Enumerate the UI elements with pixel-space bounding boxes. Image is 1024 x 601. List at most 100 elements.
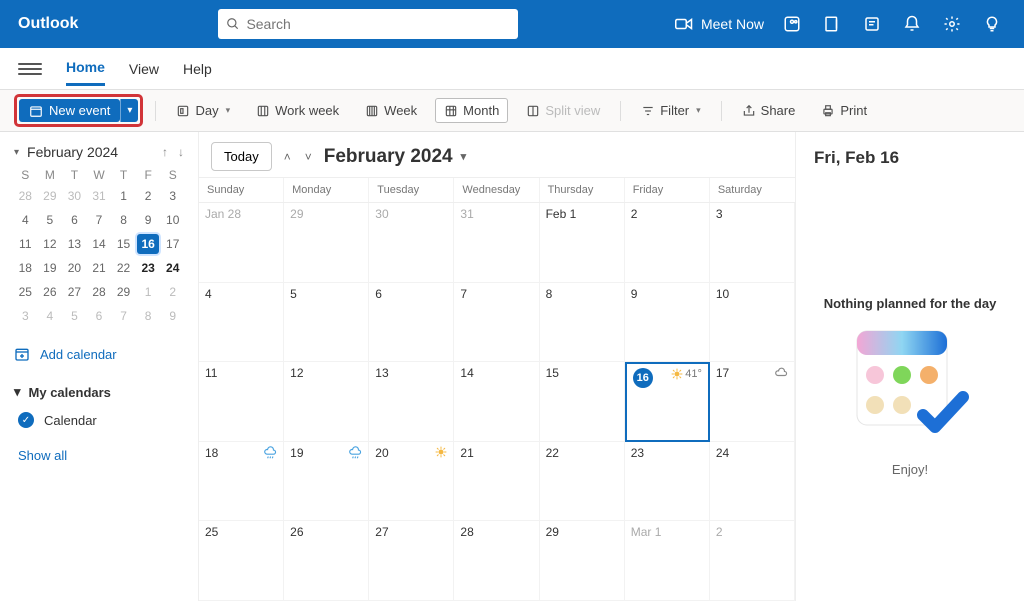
tab-view[interactable]: View	[129, 61, 159, 85]
mini-day[interactable]: 8	[112, 210, 135, 230]
mini-day[interactable]: 26	[39, 282, 62, 302]
calendar-cell[interactable]: 28	[454, 521, 539, 601]
view-day-button[interactable]: Day▾	[168, 99, 238, 122]
calendar-cell[interactable]: 26	[284, 521, 369, 601]
bell-icon[interactable]	[892, 0, 932, 48]
mini-day[interactable]: 1	[112, 186, 135, 206]
mini-day[interactable]: 4	[14, 210, 37, 230]
today-button[interactable]: Today	[211, 142, 272, 171]
calendar-cell[interactable]: 6	[369, 283, 454, 363]
calendar-cell[interactable]: 25	[199, 521, 284, 601]
calendar-cell[interactable]: 10	[710, 283, 795, 363]
calendar-cell[interactable]: 19	[284, 442, 369, 522]
show-all-link[interactable]: Show all	[14, 448, 184, 463]
calendar-list-item[interactable]: ✓ Calendar	[14, 412, 184, 428]
mini-day[interactable]: 13	[63, 234, 86, 254]
view-week-button[interactable]: Week	[357, 99, 425, 122]
calendar-cell[interactable]: 17	[710, 362, 795, 442]
calendar-cell[interactable]: Mar 1	[625, 521, 710, 601]
calendar-cell[interactable]: 8	[540, 283, 625, 363]
calendar-cell[interactable]: 2	[625, 203, 710, 283]
mini-day[interactable]: 28	[14, 186, 37, 206]
mini-day[interactable]: 3	[14, 306, 37, 326]
mini-calendar-header[interactable]: ▾ February 2024 ↑ ↓	[14, 144, 184, 160]
prev-month-icon[interactable]: ˄	[284, 150, 291, 164]
calendar-cell[interactable]: 12	[284, 362, 369, 442]
settings-icon[interactable]	[932, 0, 972, 48]
filter-button[interactable]: Filter▾	[633, 99, 708, 122]
calendar-cell[interactable]: 22	[540, 442, 625, 522]
my-calendars-toggle[interactable]: ▾ My calendars	[14, 384, 184, 400]
tab-help[interactable]: Help	[183, 61, 212, 85]
teams-icon[interactable]	[772, 0, 812, 48]
mini-day[interactable]: 1	[137, 282, 160, 302]
mini-day[interactable]: 30	[63, 186, 86, 206]
calendar-cell[interactable]: 11	[199, 362, 284, 442]
search-box[interactable]	[218, 9, 518, 39]
calendar-title[interactable]: February 2024 ▾	[324, 146, 466, 168]
mini-day[interactable]: 24	[161, 258, 184, 278]
tips-icon[interactable]	[972, 0, 1012, 48]
notes-icon[interactable]	[852, 0, 892, 48]
mini-day[interactable]: 14	[88, 234, 111, 254]
mini-day[interactable]: 7	[112, 306, 135, 326]
mini-day[interactable]: 27	[63, 282, 86, 302]
mini-day[interactable]: 29	[39, 186, 62, 206]
mini-day[interactable]: 21	[88, 258, 111, 278]
view-work-week-button[interactable]: Work week	[248, 99, 347, 122]
calendar-cell[interactable]: 1641°	[625, 362, 710, 442]
mini-day[interactable]: 10	[161, 210, 184, 230]
calendar-cell[interactable]: 4	[199, 283, 284, 363]
mini-day[interactable]: 2	[161, 282, 184, 302]
calendar-cell[interactable]: 3	[710, 203, 795, 283]
search-input[interactable]	[246, 16, 510, 32]
mini-day[interactable]: 29	[112, 282, 135, 302]
calendar-cell[interactable]: 2	[710, 521, 795, 601]
calendar-cell[interactable]: 9	[625, 283, 710, 363]
mini-day[interactable]: 11	[14, 234, 37, 254]
mini-day[interactable]: 15	[112, 234, 135, 254]
calendar-cell[interactable]: 30	[369, 203, 454, 283]
mini-day[interactable]: 18	[14, 258, 37, 278]
calendar-cell[interactable]: 21	[454, 442, 539, 522]
add-calendar-button[interactable]: Add calendar	[14, 346, 184, 362]
mini-day[interactable]: 6	[88, 306, 111, 326]
calendar-cell[interactable]: 23	[625, 442, 710, 522]
new-event-dropdown[interactable]: ▾	[120, 99, 138, 122]
mini-day[interactable]: 5	[63, 306, 86, 326]
calendar-cell[interactable]: 29	[540, 521, 625, 601]
mini-day[interactable]: 20	[63, 258, 86, 278]
tab-home[interactable]: Home	[66, 59, 105, 86]
calendar-cell[interactable]: 27	[369, 521, 454, 601]
mini-day[interactable]: 22	[112, 258, 135, 278]
calendar-cell[interactable]: 14	[454, 362, 539, 442]
calendar-cell[interactable]: 18	[199, 442, 284, 522]
mini-day[interactable]: 5	[39, 210, 62, 230]
mini-day[interactable]: 6	[63, 210, 86, 230]
mini-day[interactable]: 9	[137, 210, 160, 230]
mini-day[interactable]: 25	[14, 282, 37, 302]
mini-day[interactable]: 7	[88, 210, 111, 230]
calendar-cell[interactable]: 13	[369, 362, 454, 442]
mini-day[interactable]: 9	[161, 306, 184, 326]
share-button[interactable]: Share	[734, 99, 804, 122]
mini-day[interactable]: 4	[39, 306, 62, 326]
print-button[interactable]: Print	[813, 99, 875, 122]
calendar-cell[interactable]: 7	[454, 283, 539, 363]
meet-now-button[interactable]: Meet Now	[675, 16, 772, 32]
mini-day[interactable]: 28	[88, 282, 111, 302]
calendar-cell[interactable]: 15	[540, 362, 625, 442]
mini-prev-icon[interactable]: ↑	[162, 145, 168, 159]
mini-day[interactable]: 8	[137, 306, 160, 326]
calendar-cell[interactable]: 5	[284, 283, 369, 363]
mini-day[interactable]: 3	[161, 186, 184, 206]
calendar-cell[interactable]: Feb 1	[540, 203, 625, 283]
mini-next-icon[interactable]: ↓	[178, 145, 184, 159]
calendar-cell[interactable]: 29	[284, 203, 369, 283]
new-event-button[interactable]: New event	[19, 99, 120, 122]
mini-day[interactable]: 16	[137, 234, 160, 254]
mini-day[interactable]: 12	[39, 234, 62, 254]
calendar-cell[interactable]: 24	[710, 442, 795, 522]
mini-day[interactable]: 17	[161, 234, 184, 254]
next-month-icon[interactable]: ˅	[305, 150, 312, 164]
